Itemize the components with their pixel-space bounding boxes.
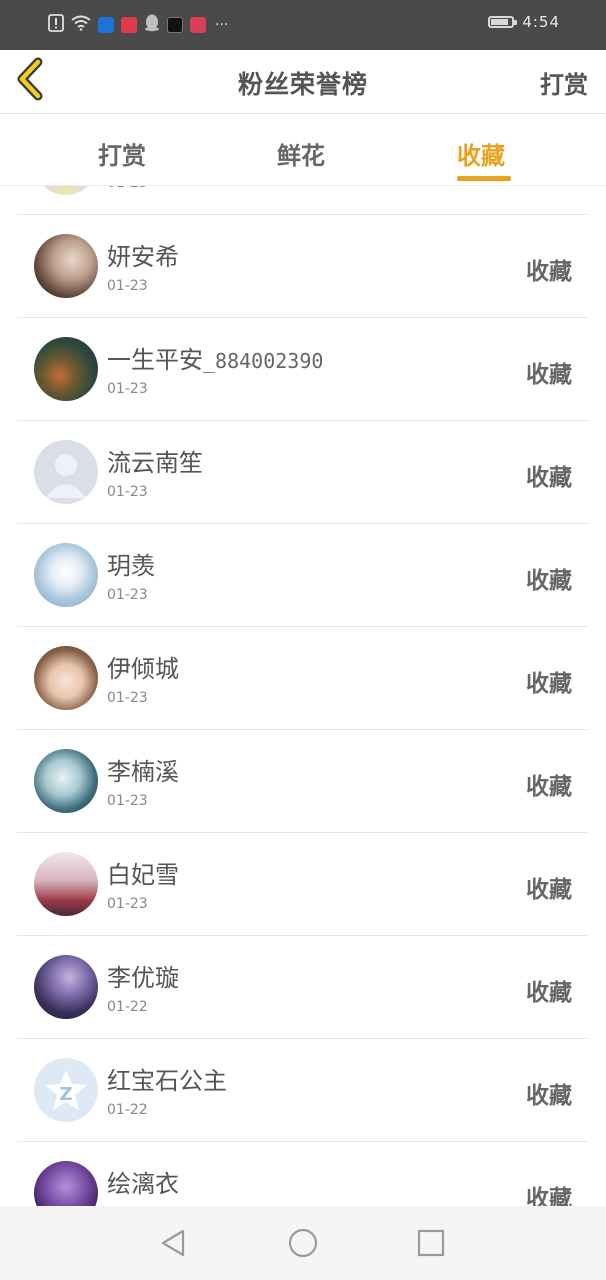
item-date: 01-23 — [107, 690, 148, 706]
avatar — [34, 1161, 98, 1206]
item-name: 一生平安_884002390 — [107, 346, 324, 374]
avatar — [34, 955, 98, 1019]
svg-text:Z: Z — [59, 1084, 72, 1105]
status-bar: ··· 4:54 — [0, 0, 606, 50]
list-item[interactable]: 白妃雪 01-23 收藏 — [17, 833, 589, 936]
tiktok-icon — [167, 17, 183, 33]
item-date: 01-23 — [107, 278, 148, 294]
avatar — [34, 186, 98, 195]
item-date: 01-22 — [107, 1102, 148, 1118]
favorite-label[interactable]: 收藏 — [526, 1179, 572, 1206]
item-date: 01-23 — [107, 381, 148, 397]
battery-icon — [488, 16, 518, 28]
home-nav-icon[interactable] — [286, 1226, 320, 1260]
favorite-label[interactable]: 收藏 — [526, 973, 572, 1007]
list-item[interactable]: 01-23 — [17, 186, 589, 215]
tab-reward[interactable]: 打赏 — [98, 136, 146, 171]
qzone-default-avatar: Z — [34, 1058, 98, 1122]
favorite-label[interactable]: 收藏 — [526, 870, 572, 904]
avatar — [34, 234, 98, 298]
item-name: 李楠溪 — [107, 758, 179, 786]
favorite-label[interactable]: 收藏 — [526, 1076, 572, 1110]
avatar — [34, 543, 98, 607]
header-bar: 粉丝荣誉榜 打赏 — [0, 50, 606, 114]
active-tab-indicator — [457, 176, 511, 181]
avatar — [34, 337, 98, 401]
red-app-icon — [121, 17, 137, 33]
page-title: 粉丝荣誉榜 — [237, 70, 368, 99]
tab-bar: 打赏 鲜花 收藏 — [0, 114, 606, 186]
calendar-app-icon — [190, 17, 206, 33]
avatar — [34, 646, 98, 710]
favorite-label[interactable]: 收藏 — [526, 252, 572, 286]
favorite-label[interactable]: 收藏 — [526, 355, 572, 389]
status-time: 4:54 — [522, 13, 560, 31]
reward-button[interactable]: 打赏 — [540, 65, 588, 100]
system-nav-bar — [0, 1206, 606, 1280]
recents-nav-icon[interactable] — [414, 1226, 448, 1260]
item-date: 01-23 — [107, 896, 148, 912]
item-date: 01-23 — [107, 587, 148, 603]
list-item[interactable]: 绘漓衣 收藏 — [17, 1142, 589, 1206]
favorite-label[interactable]: 收藏 — [526, 767, 572, 801]
shield-app-icon — [98, 17, 114, 33]
avatar — [34, 749, 98, 813]
item-name: 绘漓衣 — [107, 1170, 179, 1198]
item-name: 伊倾城 — [107, 655, 179, 683]
list-item[interactable]: 玥羡 01-23 收藏 — [17, 524, 589, 627]
item-name: 白妃雪 — [107, 861, 179, 889]
item-name: 妍安希 — [107, 243, 179, 271]
favorite-label[interactable]: 收藏 — [526, 664, 572, 698]
status-right: 4:54 — [488, 13, 560, 31]
list-item[interactable]: 李优璇 01-22 收藏 — [17, 936, 589, 1039]
item-name: 流云南笙 — [107, 449, 203, 477]
fan-list[interactable]: 01-23 妍安希 01-23 收藏 一生平安_884002390 01-23 … — [0, 186, 606, 1206]
wifi-icon — [71, 15, 91, 35]
item-name: 红宝石公主 — [107, 1067, 227, 1095]
list-item[interactable]: 妍安希 01-23 收藏 — [17, 215, 589, 318]
tab-flowers[interactable]: 鲜花 — [277, 136, 325, 171]
item-date: 01-23 — [107, 484, 148, 500]
item-date: 01-23 — [107, 186, 148, 191]
item-date: 01-23 — [107, 793, 148, 809]
item-name: 玥羡 — [107, 552, 155, 580]
item-name: 李优璇 — [107, 964, 179, 992]
favorite-label[interactable]: 收藏 — [526, 561, 572, 595]
default-avatar — [34, 440, 98, 504]
back-nav-icon[interactable] — [157, 1226, 191, 1260]
list-item[interactable]: Z 红宝石公主 01-22 收藏 — [17, 1039, 589, 1142]
list-item[interactable]: 李楠溪 01-23 收藏 — [17, 730, 589, 833]
favorite-label[interactable]: 收藏 — [526, 458, 572, 492]
avatar — [34, 852, 98, 916]
tab-favorites[interactable]: 收藏 — [457, 136, 505, 171]
list-item[interactable]: 一生平安_884002390 01-23 收藏 — [17, 318, 589, 421]
status-icons: ··· — [48, 14, 228, 36]
qq-icon — [144, 14, 160, 36]
more-icons-indicator: ··· — [215, 17, 229, 33]
list-item[interactable]: 伊倾城 01-23 收藏 — [17, 627, 589, 730]
list-item[interactable]: 流云南笙 01-23 收藏 — [17, 421, 589, 524]
alert-icon — [48, 14, 64, 36]
item-date: 01-22 — [107, 999, 148, 1015]
